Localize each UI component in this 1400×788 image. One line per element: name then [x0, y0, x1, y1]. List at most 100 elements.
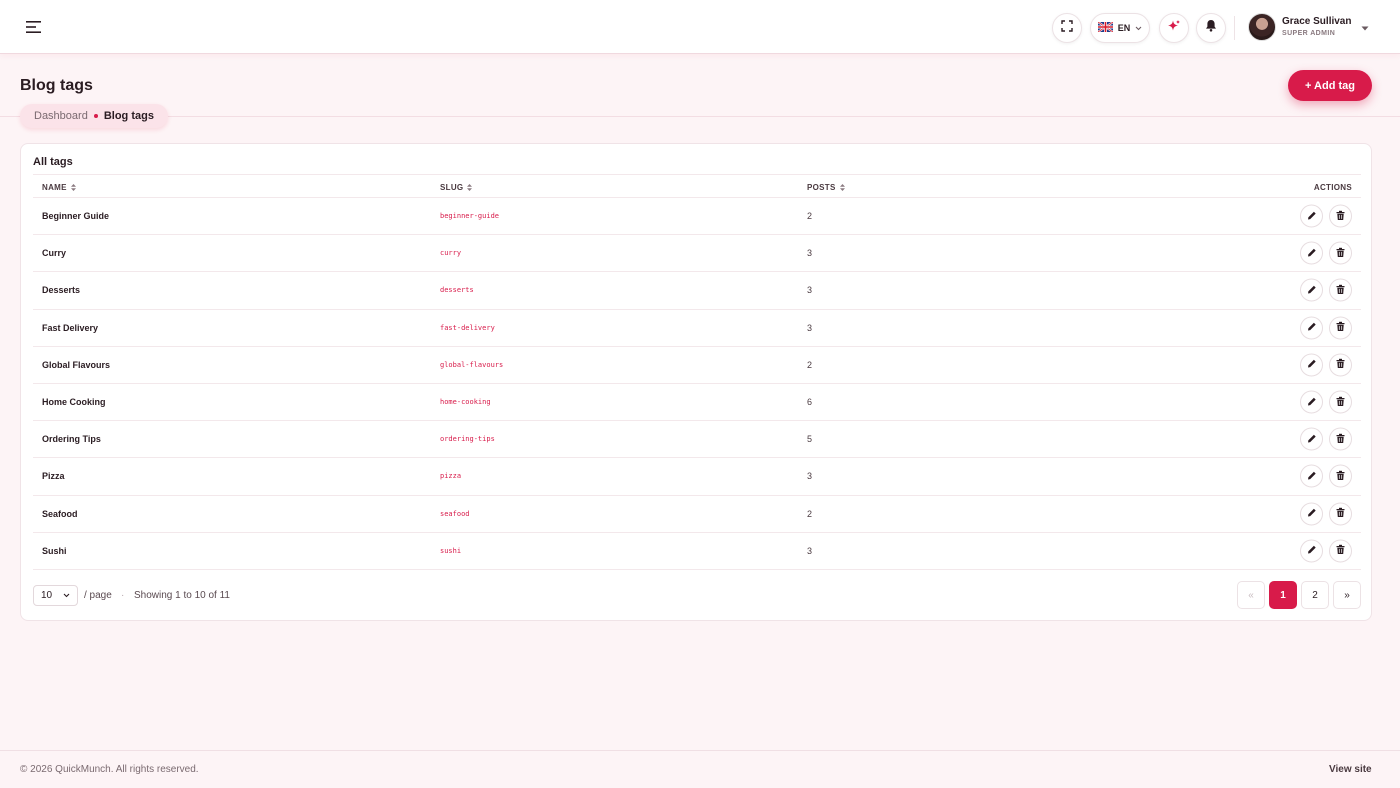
- column-header-slug[interactable]: SLUG: [440, 183, 473, 192]
- row-actions: [1300, 316, 1352, 340]
- next-page-button[interactable]: »: [1333, 581, 1361, 609]
- column-header-actions: ACTIONS: [1314, 183, 1352, 192]
- delete-button[interactable]: [1329, 241, 1352, 265]
- table-row: Beginner Guide beginner-guide 2: [33, 198, 1361, 236]
- add-tag-button[interactable]: + Add tag: [1288, 70, 1372, 101]
- edit-button[interactable]: [1300, 278, 1323, 302]
- trash-icon: [1336, 393, 1345, 411]
- column-header-name[interactable]: NAME: [42, 183, 76, 192]
- row-actions: [1300, 427, 1352, 451]
- chevron-down-icon: [1135, 23, 1142, 33]
- notifications-button[interactable]: [1196, 13, 1226, 43]
- column-label-name: NAME: [42, 183, 67, 192]
- edit-button[interactable]: [1300, 427, 1323, 451]
- user-menu[interactable]: Grace Sullivan SUPER ADMIN: [1248, 12, 1369, 42]
- row-actions: [1300, 539, 1352, 563]
- pencil-icon: [1307, 430, 1317, 448]
- delete-button[interactable]: [1329, 353, 1352, 377]
- tag-slug: ordering-tips: [440, 435, 495, 444]
- row-actions: [1300, 241, 1352, 265]
- pencil-icon: [1307, 207, 1317, 225]
- delete-button[interactable]: [1329, 204, 1352, 228]
- row-actions: [1300, 390, 1352, 414]
- page-button-1[interactable]: 1: [1269, 581, 1297, 609]
- page-title: Blog tags: [20, 77, 93, 94]
- edit-button[interactable]: [1300, 539, 1323, 563]
- pencil-icon: [1307, 542, 1317, 560]
- view-site-link[interactable]: View site: [1329, 764, 1372, 775]
- column-header-posts[interactable]: POSTS: [807, 183, 845, 192]
- prev-page-button[interactable]: «: [1237, 581, 1265, 609]
- tag-slug: home-cooking: [440, 398, 491, 407]
- delete-button[interactable]: [1329, 464, 1352, 488]
- delete-button[interactable]: [1329, 390, 1352, 414]
- edit-button[interactable]: [1300, 502, 1323, 526]
- edit-button[interactable]: [1300, 390, 1323, 414]
- row-actions: [1300, 204, 1352, 228]
- tag-name: Desserts: [42, 285, 81, 296]
- column-label-posts: POSTS: [807, 183, 836, 192]
- footer-divider: [0, 750, 1400, 751]
- edit-button[interactable]: [1300, 241, 1323, 265]
- tag-posts-count: 6: [807, 397, 813, 408]
- tag-name: Beginner Guide: [42, 211, 110, 222]
- tag-name: Global Flavours: [42, 359, 111, 370]
- trash-icon: [1336, 207, 1345, 225]
- edit-button[interactable]: [1300, 316, 1323, 340]
- trash-icon: [1336, 356, 1345, 374]
- pagination-separator: ·: [121, 590, 125, 601]
- sparkle-icon: [1167, 19, 1181, 38]
- delete-button[interactable]: [1329, 502, 1352, 526]
- page-button-2[interactable]: 2: [1301, 581, 1329, 609]
- fullscreen-icon: [1061, 19, 1073, 37]
- ai-assistant-button[interactable]: [1159, 13, 1189, 43]
- table-row: Fast Delivery fast-delivery 3: [33, 310, 1361, 347]
- tag-posts-count: 2: [807, 508, 813, 519]
- tag-posts-count: 3: [807, 285, 813, 296]
- delete-button[interactable]: [1329, 316, 1352, 340]
- tag-slug: curry: [440, 249, 462, 258]
- menu-icon[interactable]: [22, 17, 46, 37]
- trash-icon: [1336, 430, 1345, 448]
- table-row: Ordering Tips ordering-tips 5: [33, 421, 1361, 459]
- row-actions: [1300, 278, 1352, 302]
- table-row: Curry curry 3: [33, 235, 1361, 273]
- breadcrumb-current: Blog tags: [103, 110, 154, 122]
- tag-slug: pizza: [440, 472, 462, 481]
- sort-icon: [467, 184, 473, 191]
- edit-button[interactable]: [1300, 204, 1323, 228]
- row-actions: [1300, 502, 1352, 526]
- language-selector[interactable]: EN: [1090, 13, 1150, 43]
- showing-count: Showing 1 to 10 of 11: [134, 590, 230, 601]
- pencil-icon: [1307, 505, 1317, 523]
- pencil-icon: [1307, 319, 1317, 337]
- delete-button[interactable]: [1329, 539, 1352, 563]
- trash-icon: [1336, 467, 1345, 485]
- tag-name: Home Cooking: [42, 397, 106, 408]
- table-row: Pizza pizza 3: [33, 458, 1361, 496]
- delete-button[interactable]: [1329, 427, 1352, 451]
- sort-icon: [839, 184, 845, 191]
- edit-button[interactable]: [1300, 464, 1323, 488]
- fullscreen-button[interactable]: [1052, 13, 1082, 43]
- tag-posts-count: 3: [807, 545, 813, 556]
- delete-button[interactable]: [1329, 278, 1352, 302]
- sort-icon: [70, 184, 76, 191]
- pencil-icon: [1307, 393, 1317, 411]
- tag-name: Pizza: [42, 471, 65, 482]
- tag-name: Curry: [42, 248, 67, 259]
- table-row: Home Cooking home-cooking 6: [33, 384, 1361, 422]
- tag-slug: sushi: [440, 546, 462, 555]
- trash-icon: [1336, 244, 1345, 262]
- table-row: Desserts desserts 3: [33, 272, 1361, 310]
- tag-posts-count: 2: [807, 211, 813, 222]
- edit-button[interactable]: [1300, 353, 1323, 377]
- table-header: NAME SLUG POSTS ACTIONS: [33, 174, 1361, 198]
- table-body: Beginner Guide beginner-guide 2 Curry curry 3…: [33, 198, 1361, 570]
- per-page-select[interactable]: 10: [33, 585, 78, 606]
- pencil-icon: [1307, 356, 1317, 374]
- chevron-down-icon: [63, 590, 70, 601]
- breadcrumb-dashboard-link[interactable]: Dashboard: [34, 110, 88, 122]
- breadcrumb-separator: [93, 114, 98, 118]
- trash-icon: [1336, 319, 1345, 337]
